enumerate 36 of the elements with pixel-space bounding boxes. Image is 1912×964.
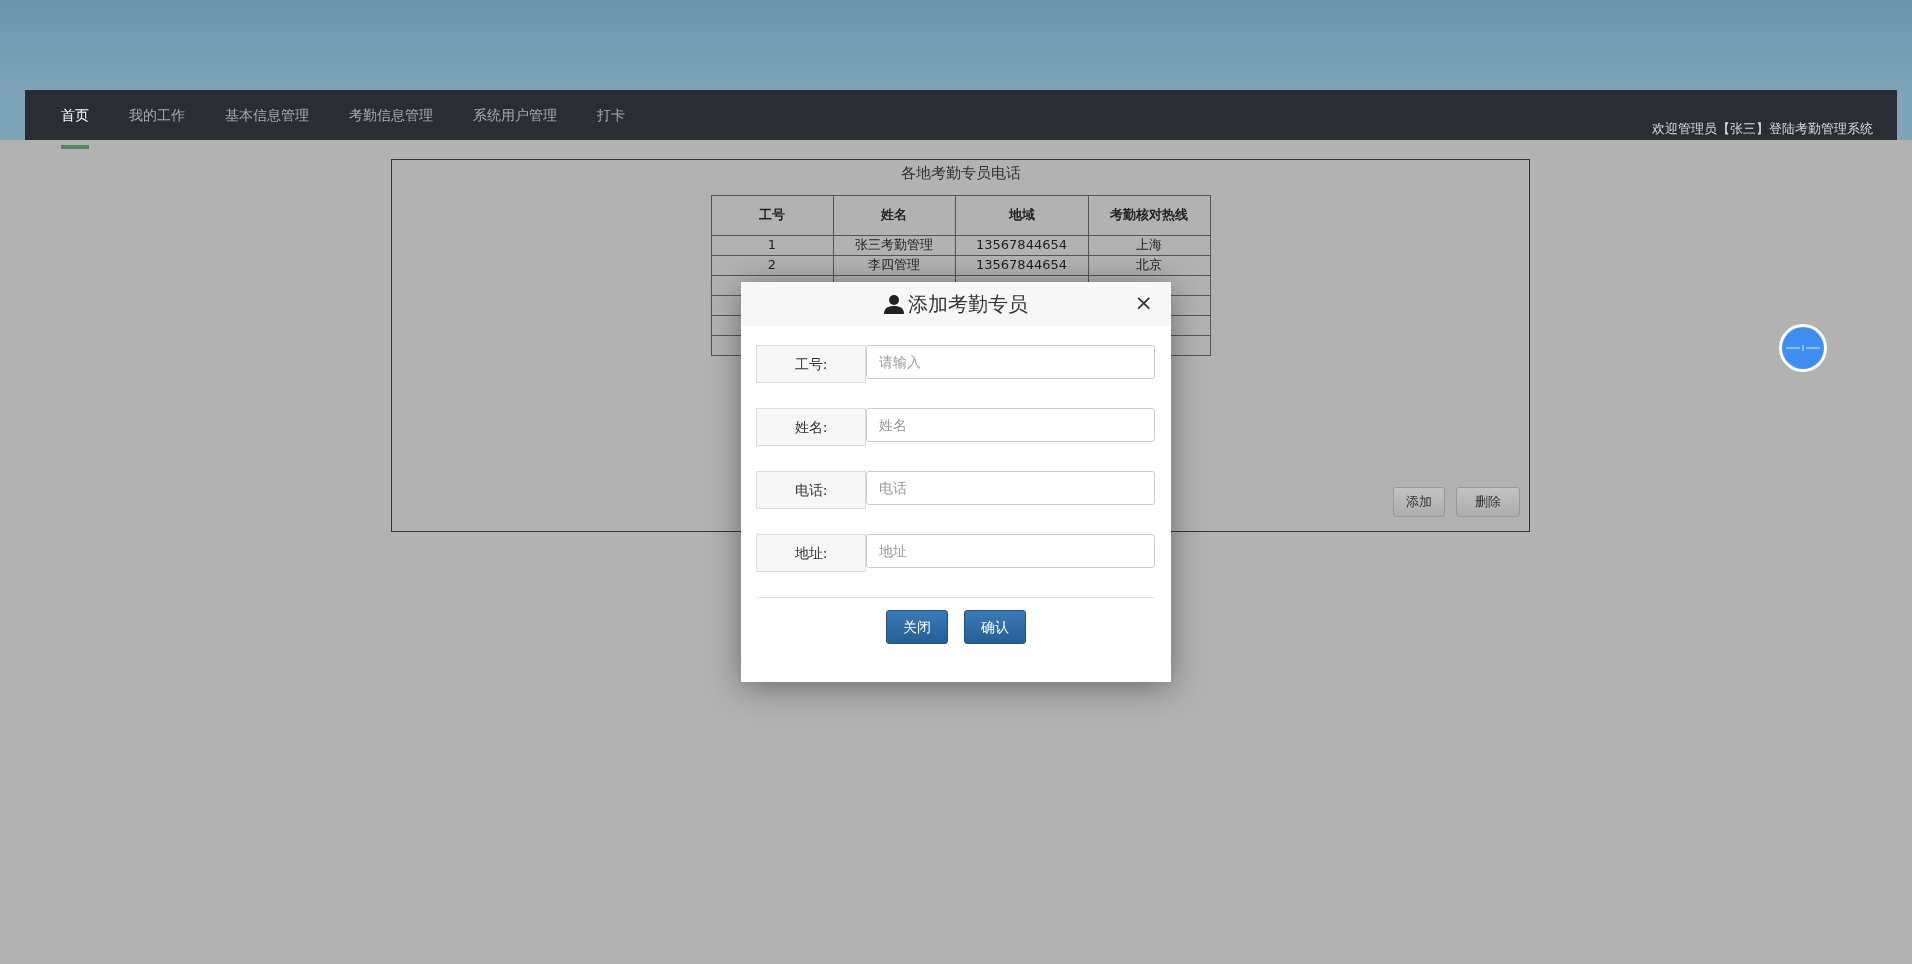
table-cell: 13567844654 <box>955 255 1088 275</box>
delete-button[interactable]: 删除 <box>1456 487 1520 517</box>
close-button[interactable]: × <box>1132 292 1155 314</box>
nav-tab[interactable]: 系统用户管理 <box>453 90 577 149</box>
field-label: 工号: <box>756 345 866 383</box>
field-label: 电话: <box>756 471 866 509</box>
floating-ball-icon[interactable] <box>1778 323 1828 373</box>
input-field[interactable]: 姓名 <box>866 408 1155 442</box>
table-cell: 张三考勤管理 <box>833 235 955 255</box>
confirm-button[interactable]: 确认 <box>964 610 1026 644</box>
column-header: 工号 <box>711 195 833 235</box>
panel-title: 各地考勤专员电话 <box>899 163 1022 184</box>
add-button[interactable]: 添加 <box>1393 487 1445 517</box>
table-cell: 1 <box>711 235 833 255</box>
close-dialog-button[interactable]: 关闭 <box>886 610 948 644</box>
column-header: 地域 <box>955 195 1088 235</box>
nav-tab[interactable]: 我的工作 <box>109 90 205 149</box>
table-cell: 2 <box>711 255 833 275</box>
column-header: 考勤核对热线 <box>1088 195 1210 235</box>
table-cell: 上海 <box>1088 235 1210 255</box>
user-icon <box>884 294 904 314</box>
field-label: 地址: <box>756 534 866 572</box>
nav-tab[interactable]: 打卡 <box>577 90 645 149</box>
column-header: 姓名 <box>833 195 955 235</box>
input-field[interactable]: 地址 <box>866 534 1155 568</box>
welcome-text: 欢迎管理员【张三】登陆考勤管理系统 <box>1652 119 1873 138</box>
table-cell: 李四管理 <box>833 255 955 275</box>
nav-tab[interactable]: 基本信息管理 <box>205 90 329 149</box>
nav-tab[interactable]: 考勤信息管理 <box>329 90 453 149</box>
input-field[interactable]: 请输入 <box>866 345 1155 379</box>
dialog-title: 添加考勤专员 <box>908 291 1028 318</box>
field-label: 姓名: <box>756 408 866 446</box>
nav-tab[interactable]: 首页 <box>41 90 109 149</box>
input-field[interactable]: 电话 <box>866 471 1155 505</box>
table-cell: 北京 <box>1088 255 1210 275</box>
table-cell: 13567844654 <box>955 235 1088 255</box>
